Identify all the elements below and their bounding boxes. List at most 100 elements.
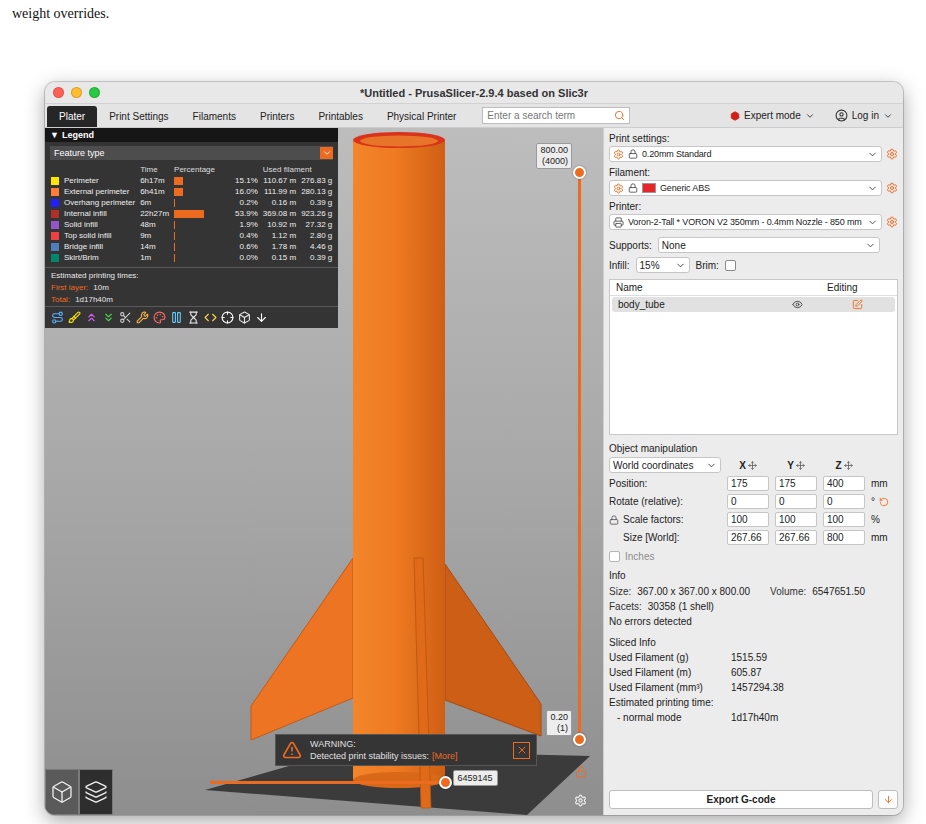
unlock-icon[interactable] [575,766,587,778]
upper-layer-handle[interactable]: 800.00(4000) [573,166,586,179]
feature-color-swatch[interactable] [51,232,59,240]
custom-gcode-icon[interactable] [187,311,200,324]
travel-icon[interactable] [51,311,64,324]
feature-color-swatch[interactable] [51,188,59,196]
supports-combo[interactable]: None [658,237,880,253]
percentage-bar [174,221,230,229]
manipulation-field[interactable]: 175 [775,476,817,491]
manipulation-field[interactable]: 100 [727,512,769,527]
lower-layer-handle[interactable]: 0.20(1) [573,733,586,746]
seam-icon[interactable] [119,311,132,324]
filament-color-swatch [642,183,656,193]
feature-name[interactable]: Overhang perimeter [64,198,135,207]
manipulation-field[interactable]: 0 [775,494,817,509]
feature-name[interactable]: Perimeter [64,176,135,185]
manipulation-field[interactable]: 100 [775,512,817,527]
tab[interactable]: Print Settings [97,106,180,127]
deretraction-icon[interactable] [102,311,115,324]
color-change-icon[interactable] [153,311,166,324]
object-row[interactable]: body_tube [612,297,895,312]
feature-color-swatch[interactable] [51,221,59,229]
feature-name[interactable]: Bridge infill [64,242,135,251]
preview-canvas[interactable]: ▼LegendFeature typeTimePercentageUsed fi… [45,128,603,815]
edit-preset-cog-icon[interactable] [886,216,898,228]
3d-view-button[interactable] [45,769,79,815]
feature-name[interactable]: Solid infill [64,220,135,229]
manipulation-field[interactable]: 800 [823,530,865,545]
feature-color-swatch[interactable] [51,254,59,262]
eye-icon[interactable] [792,299,803,310]
minimize-window-button[interactable] [71,87,82,98]
feature-name[interactable]: Internal infill [64,209,135,218]
preset-label: Printer: [609,201,898,212]
more-link[interactable]: [More] [432,751,458,761]
axis-drag-icon[interactable] [844,461,853,470]
edit-preset-cog-icon[interactable] [886,148,898,160]
scale-lock-icon[interactable] [609,515,619,525]
feature-name[interactable]: External perimeter [64,187,135,196]
move-slider[interactable]: 6459145 [210,781,445,784]
inches-checkbox[interactable] [609,551,620,562]
tool-change-icon[interactable] [136,311,149,324]
retraction-icon[interactable] [85,311,98,324]
feature-color-swatch[interactable] [51,243,59,251]
feature-percentage: 1.9% [235,220,258,229]
sliced-info-section: Sliced InfoUsed Filament (g)1515.59Used … [609,637,898,725]
feature-color-swatch[interactable] [51,177,59,185]
move-slider-handle[interactable]: 6459145 [439,776,452,789]
tab[interactable]: Physical Printer [375,106,468,127]
export-gcode-button[interactable]: Export G-code [609,790,873,809]
close-notification-button[interactable] [513,742,530,759]
axis-drag-icon[interactable] [796,461,805,470]
brim-checkbox[interactable] [725,260,736,271]
edit-icon[interactable] [852,299,863,310]
chevron-down-icon [675,260,686,271]
feature-weight: 923.26 g [301,209,332,218]
tool-marker-icon[interactable] [255,311,268,324]
feature-color-swatch[interactable] [51,199,59,207]
manipulation-field[interactable]: 0 [823,494,865,509]
mode-selector[interactable]: Expert mode [720,104,825,127]
manipulation-field[interactable]: 267.66 [727,530,769,545]
pause-icon[interactable] [170,311,183,324]
infill-combo[interactable]: 15% [636,257,690,273]
gcode-icon[interactable] [204,311,217,324]
view-type-select[interactable]: Feature type [50,146,333,160]
tab[interactable]: Plater [47,106,97,127]
layer-slider[interactable]: 800.00(4000)0.20(1) [578,172,581,739]
shells-icon[interactable] [238,311,251,324]
manipulation-field[interactable]: 267.66 [775,530,817,545]
search-icon[interactable] [614,110,625,121]
manipulation-field[interactable]: 0 [727,494,769,509]
legend-header[interactable]: ▼Legend [45,128,338,142]
close-window-button[interactable] [53,87,64,98]
tab[interactable]: Filaments [181,106,248,127]
manipulation-field[interactable]: 400 [823,476,865,491]
coordinates-combo[interactable]: World coordinates [609,457,721,473]
tab[interactable]: Printables [306,106,374,127]
tab[interactable]: Printers [248,106,306,127]
preset-combo[interactable]: 0.20mm Standard [609,146,882,162]
reset-rotation-icon[interactable] [879,497,889,507]
feature-name[interactable]: Skirt/Brim [64,253,135,262]
manipulation-field[interactable]: 175 [727,476,769,491]
section-title: Info [609,570,898,581]
login-button[interactable]: Log in [825,104,903,127]
preset-cog-icon [613,149,624,160]
axis-drag-icon[interactable] [748,461,757,470]
zoom-window-button[interactable] [89,87,100,98]
search-field[interactable]: Enter a search term [482,107,630,124]
manipulation-field[interactable]: 100 [823,512,865,527]
preset-combo[interactable]: Generic ABS [609,180,882,196]
preset-combo[interactable]: Voron-2-Tall * VORON V2 350mm - 0.4mm No… [609,214,882,230]
cog-icon[interactable] [574,794,587,807]
preview-button[interactable] [79,769,113,815]
send-to-printer-button[interactable] [878,790,898,809]
edit-preset-cog-icon[interactable] [886,182,898,194]
feature-name[interactable]: Top solid infill [64,231,135,240]
estimated-times-title: Estimated printing times: [51,271,332,280]
wipe-icon[interactable] [68,311,81,324]
center-of-gravity-icon[interactable] [221,311,234,324]
feature-color-swatch[interactable] [51,210,59,218]
layer-range-fill [578,172,581,739]
